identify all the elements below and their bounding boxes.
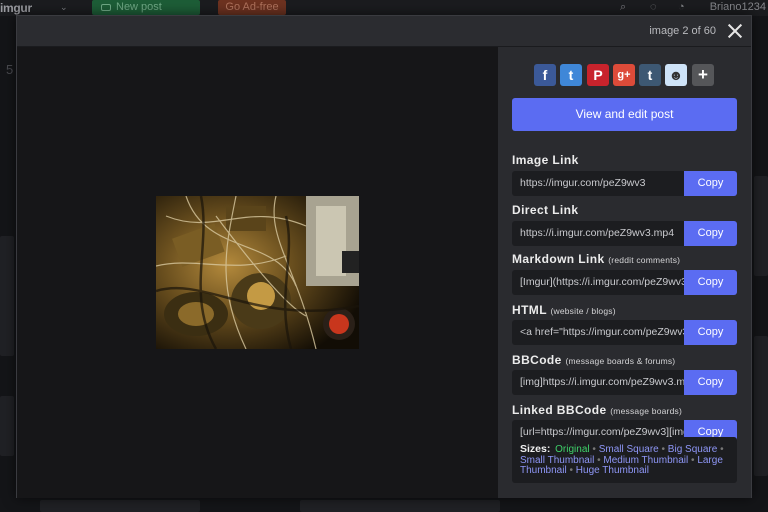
gallery-tile xyxy=(40,500,200,512)
link-label-sub: (reddit comments) xyxy=(608,255,681,265)
copy-html-button[interactable]: Copy xyxy=(684,320,737,345)
username[interactable]: Briano1234 xyxy=(710,1,766,13)
size-separator: • xyxy=(569,465,573,476)
size-separator: • xyxy=(691,454,695,466)
markdown-link-row: [Imgur](https://i.imgur.com/peZ9wv3.mp4)… xyxy=(512,270,737,295)
gallery-tile xyxy=(0,236,14,356)
size-separator: • xyxy=(661,444,666,455)
share-panel: f t P g+ t ☻ + View and edit post Image … xyxy=(498,47,751,498)
copy-direct-link-button[interactable]: Copy xyxy=(684,221,737,246)
modal-header: image 2 of 60 xyxy=(17,16,751,47)
markdown-link-field[interactable]: [Imgur](https://i.imgur.com/peZ9wv3.mp4) xyxy=(512,270,684,295)
copy-markdown-link-button[interactable]: Copy xyxy=(684,270,737,295)
search-icon[interactable]: ⌕ xyxy=(620,1,626,14)
link-label-text: Direct Link xyxy=(512,203,579,217)
image-viewer xyxy=(17,47,498,498)
size-small-square-link[interactable]: Small Square xyxy=(599,444,659,455)
share-modal: image 2 of 60 f t P g+ t ☻ + View and ed… xyxy=(16,15,752,498)
google-plus-icon[interactable]: g+ xyxy=(613,64,635,86)
link-label-text: Image Link xyxy=(512,153,579,167)
link-label-text: BBCode xyxy=(512,353,562,367)
copy-bbcode-button[interactable]: Copy xyxy=(684,370,737,395)
close-icon[interactable] xyxy=(725,21,745,41)
size-medium-thumbnail-link[interactable]: Medium Thumbnail xyxy=(603,455,688,466)
size-separator: • xyxy=(597,454,601,466)
size-original-link[interactable]: Original xyxy=(555,444,589,455)
imgur-logo[interactable]: imgur xyxy=(0,1,32,15)
size-separator: • xyxy=(592,444,596,455)
notifications-icon[interactable]: ◔ xyxy=(678,1,685,13)
image-counter: image 2 of 60 xyxy=(649,25,716,37)
sizes-box: Sizes: Original • Small Square • Big Squ… xyxy=(512,437,737,483)
direct-link-row: https://i.imgur.com/peZ9wv3.mp4 Copy xyxy=(512,221,737,246)
view-edit-post-button[interactable]: View and edit post xyxy=(512,98,737,131)
chevron-down-icon[interactable]: ⌄ xyxy=(60,2,68,13)
link-label-text: HTML xyxy=(512,303,547,317)
go-ad-free-button[interactable]: Go Ad-free xyxy=(218,0,286,15)
new-post-label: New post xyxy=(116,1,162,13)
linked-bbcode-label: Linked BBCode (message boards) xyxy=(512,403,682,417)
pinterest-icon[interactable]: P xyxy=(587,64,609,86)
size-separator: • xyxy=(720,444,724,455)
bbcode-label: BBCode (message boards & forums) xyxy=(512,353,675,367)
chat-icon[interactable]: ◌ xyxy=(650,1,657,13)
size-small-thumbnail-link[interactable]: Small Thumbnail xyxy=(520,455,594,466)
copy-image-link-button[interactable]: Copy xyxy=(684,171,737,196)
image-link-field[interactable]: https://imgur.com/peZ9wv3 xyxy=(512,171,684,196)
link-label-sub: (website / blogs) xyxy=(550,306,616,316)
direct-link-label: Direct Link xyxy=(512,203,578,217)
background-text: 5 xyxy=(6,62,14,77)
camera-icon xyxy=(101,4,111,11)
link-label-sub: (message boards & forums) xyxy=(565,356,676,366)
html-link-field[interactable]: <a href="https://imgur.com/peZ9wv3"> xyxy=(512,320,684,345)
more-share-icon[interactable]: + xyxy=(692,64,714,86)
gallery-tile xyxy=(754,176,768,276)
facebook-icon[interactable]: f xyxy=(534,64,556,86)
new-post-button[interactable]: New post xyxy=(92,0,200,15)
sizes-label: Sizes: xyxy=(520,443,551,455)
tumblr-icon[interactable]: t xyxy=(639,64,661,86)
size-huge-thumbnail-link[interactable]: Huge Thumbnail xyxy=(576,465,649,476)
twitter-icon[interactable]: t xyxy=(560,64,582,86)
gallery-tile xyxy=(754,336,768,476)
gallery-tile xyxy=(0,396,14,456)
size-big-square-link[interactable]: Big Square xyxy=(668,444,717,455)
html-link-row: <a href="https://imgur.com/peZ9wv3"> Cop… xyxy=(512,320,737,345)
bbcode-field[interactable]: [img]https://i.imgur.com/peZ9wv3.mp4[/im… xyxy=(512,370,684,395)
bbcode-row: [img]https://i.imgur.com/peZ9wv3.mp4[/im… xyxy=(512,370,737,395)
post-image[interactable] xyxy=(156,196,359,349)
reddit-icon[interactable]: ☻ xyxy=(665,64,687,86)
image-link-row: https://imgur.com/peZ9wv3 Copy xyxy=(512,171,737,196)
link-label-sub: (message boards) xyxy=(610,406,682,416)
top-bar: imgur ⌄ New post Go Ad-free ⌕ ◌ ◔ Briano… xyxy=(0,0,768,16)
image-link-label: Image Link xyxy=(512,153,579,167)
markdown-link-label: Markdown Link (reddit comments) xyxy=(512,252,680,266)
engine-photo xyxy=(156,196,359,349)
link-label-text: Linked BBCode xyxy=(512,403,607,417)
link-label-text: Markdown Link xyxy=(512,252,605,266)
direct-link-field[interactable]: https://i.imgur.com/peZ9wv3.mp4 xyxy=(512,221,684,246)
gallery-tile xyxy=(300,500,500,512)
html-link-label: HTML (website / blogs) xyxy=(512,303,616,317)
